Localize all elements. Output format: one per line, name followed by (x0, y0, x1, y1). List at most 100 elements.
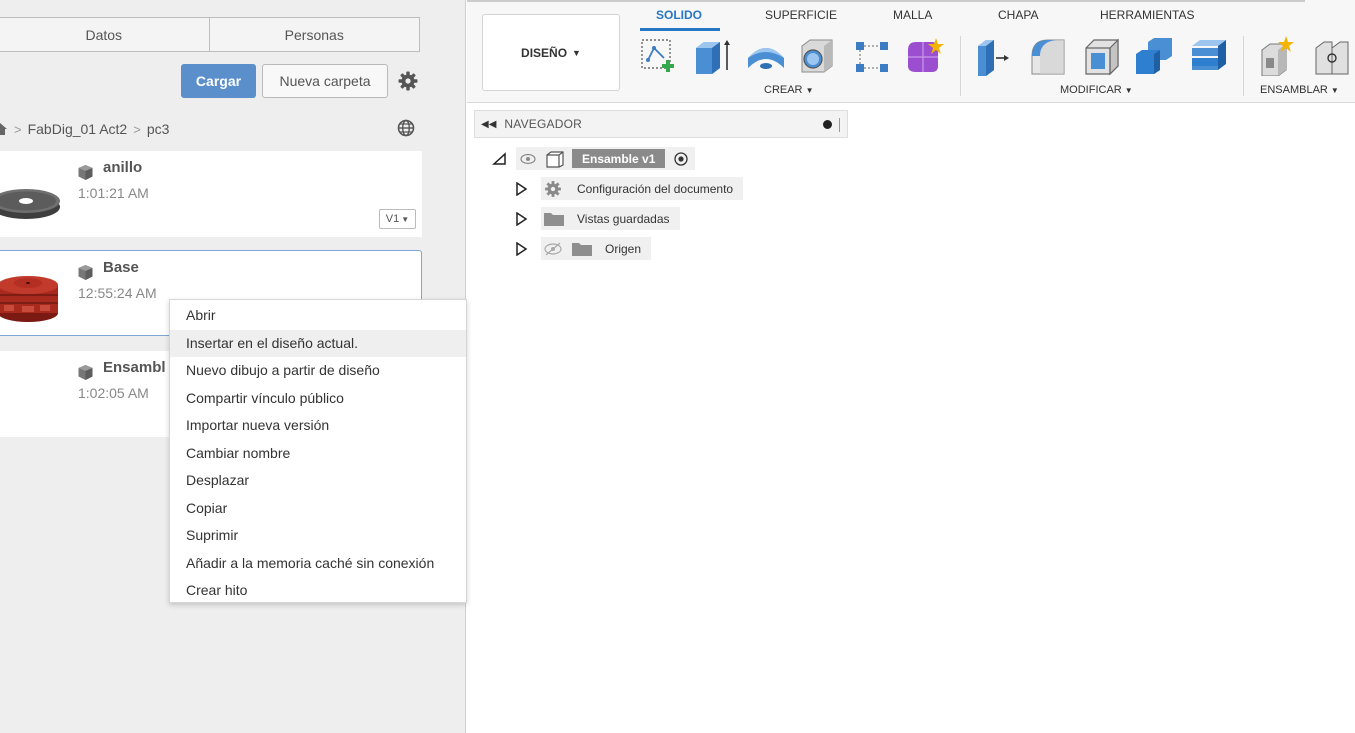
folder-icon (544, 212, 564, 226)
menu-item-cambiar-nombre[interactable]: Cambiar nombre (170, 440, 466, 468)
file-name: Base (103, 259, 139, 276)
fillet-icon[interactable] (1028, 36, 1068, 76)
pattern-icon[interactable] (852, 36, 892, 76)
toolbar-top-border (467, 0, 1305, 2)
data-panel-tabs: Datos Personas (0, 17, 420, 52)
tree-item-label[interactable]: Configuración del documento (577, 182, 733, 196)
combine-icon[interactable] (1134, 36, 1174, 76)
version-label: V1 (385, 213, 400, 225)
tree-item-label[interactable]: Origen (605, 242, 641, 256)
hidden-eye-icon[interactable] (543, 242, 563, 256)
menu-item-copiar[interactable]: Copiar (170, 495, 466, 523)
workspace-label: DISEÑO (521, 45, 568, 60)
new-folder-button[interactable]: Nueva carpeta (262, 64, 388, 98)
create-form-icon[interactable] (904, 36, 944, 76)
browser-title: NAVEGADOR (504, 117, 582, 131)
menu-item-importar[interactable]: Importar nueva versión (170, 412, 466, 440)
create-sketch-icon[interactable] (638, 36, 678, 76)
chevron-down-icon: ▼ (401, 214, 410, 224)
file-name: anillo (103, 159, 143, 176)
menu-item-suprimir[interactable]: Suprimir (170, 522, 466, 550)
root-component-label[interactable]: Ensamble v1 (572, 149, 666, 168)
file-card-anillo[interactable]: anillo 1:01:21 AM V1 ▼ (0, 151, 422, 237)
tree-item-box: Configuración del documento (541, 177, 744, 200)
menu-item-desplazar[interactable]: Desplazar (170, 467, 466, 495)
browser-header: ◀◀ NAVEGADOR (474, 110, 848, 138)
chevron-down-icon: ▼ (572, 47, 581, 58)
upload-button[interactable]: Cargar (181, 64, 256, 98)
group-label-crear: CREAR (764, 84, 803, 96)
breadcrumb-separator-icon: > (14, 121, 22, 137)
group-modificar[interactable]: MODIFICAR ▼ (1060, 84, 1133, 96)
home-icon[interactable] (0, 122, 8, 136)
expanded-triangle-icon[interactable] (492, 151, 506, 166)
group-label-modificar: MODIFICAR (1060, 84, 1122, 96)
menu-item-compartir[interactable]: Compartir vínculo público (170, 385, 466, 413)
tree-root-box: Ensamble v1 (516, 147, 696, 170)
menu-item-insertar[interactable]: Insertar en el diseño actual. (170, 329, 466, 357)
ring-thumbnail (0, 161, 66, 227)
file-time: 12:55:24 AM (78, 285, 157, 301)
shell-icon[interactable] (1082, 36, 1122, 76)
press-pull-icon[interactable] (974, 36, 1014, 76)
chevron-down-icon: ▼ (805, 86, 814, 95)
file-time: 1:02:05 AM (78, 385, 149, 401)
active-tab-underline (640, 28, 720, 31)
menu-item-cache[interactable]: Añadir a la memoria caché sin conexión (170, 550, 466, 578)
collapsed-triangle-icon[interactable] (514, 181, 528, 196)
version-dropdown[interactable]: V1 ▼ (379, 209, 416, 229)
tab-datos[interactable]: Datos (0, 18, 209, 51)
revolve-icon[interactable] (746, 36, 786, 76)
folder-icon (572, 242, 592, 256)
collapsed-triangle-icon[interactable] (514, 241, 528, 256)
settings-gear-icon[interactable] (396, 69, 420, 93)
file-time: 1:01:21 AM (78, 185, 149, 201)
group-label-ensamblar: ENSAMBLAR (1260, 84, 1328, 96)
component-cube-icon (77, 364, 94, 381)
file-name: Ensambl (103, 359, 166, 376)
tree-item-box: Vistas guardadas (541, 207, 680, 230)
menu-item-abrir[interactable]: Abrir (170, 302, 466, 330)
tab-superficie[interactable]: SUPERFICIE (765, 8, 837, 22)
workspace-dropdown[interactable]: DISEÑO ▼ (482, 14, 620, 91)
breadcrumb-folder[interactable]: pc3 (147, 121, 170, 137)
tab-malla[interactable]: MALLA (893, 8, 932, 22)
toolbar-divider (1243, 36, 1244, 96)
globe-icon[interactable] (396, 118, 416, 138)
context-menu: Abrir Insertar en el diseño actual. Nuev… (169, 299, 467, 603)
tree-item-box: Origen (541, 237, 652, 260)
component-cube-icon (77, 264, 94, 281)
browser-resize-handle[interactable] (839, 118, 841, 132)
group-crear[interactable]: CREAR ▼ (764, 84, 814, 96)
tree-root-row[interactable]: Ensamble v1 (492, 147, 696, 170)
joint-icon[interactable] (1312, 36, 1352, 76)
base-thumbnail (0, 261, 66, 327)
breadcrumb-separator-icon: > (133, 121, 141, 137)
tree-row-origin[interactable]: Origen (514, 237, 652, 260)
collapse-double-arrow-icon[interactable]: ◀◀ (481, 119, 496, 130)
breadcrumb-project[interactable]: FabDig_01 Act2 (28, 121, 128, 137)
tab-personas[interactable]: Personas (208, 18, 420, 51)
tree-item-label[interactable]: Vistas guardadas (577, 212, 670, 226)
menu-item-nuevo-dibujo[interactable]: Nuevo dibujo a partir de diseño (170, 357, 466, 385)
group-ensamblar[interactable]: ENSAMBLAR ▼ (1260, 84, 1339, 96)
pin-dot-icon[interactable] (823, 120, 832, 129)
visibility-eye-icon[interactable] (520, 153, 536, 165)
menu-item-crear-hito[interactable]: Crear hito (170, 577, 466, 605)
tab-chapa[interactable]: CHAPA (998, 8, 1038, 22)
new-component-icon[interactable] (1258, 36, 1298, 77)
component-outline-icon (546, 150, 564, 168)
offset-face-icon[interactable] (1188, 36, 1228, 76)
breadcrumb: > FabDig_01 Act2 > pc3 (0, 118, 169, 140)
component-cube-icon (77, 164, 94, 181)
chevron-down-icon: ▼ (1330, 86, 1339, 95)
chevron-down-icon: ▼ (1124, 86, 1133, 95)
hole-icon[interactable] (796, 36, 836, 76)
tree-row-document-settings[interactable]: Configuración del documento (514, 177, 744, 200)
tab-solido[interactable]: SOLIDO (656, 8, 702, 22)
extrude-icon[interactable] (692, 36, 732, 76)
tab-herramientas[interactable]: HERRAMIENTAS (1100, 8, 1194, 22)
tree-row-named-views[interactable]: Vistas guardadas (514, 207, 680, 230)
activate-radio-icon[interactable] (673, 151, 689, 167)
collapsed-triangle-icon[interactable] (514, 211, 528, 226)
